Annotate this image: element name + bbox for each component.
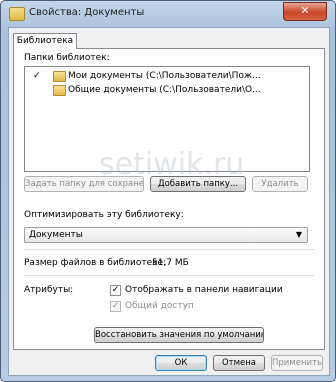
library-folders-list[interactable]: ✓ Мои документы (C:\Пользователи\Пож... … xyxy=(24,66,310,172)
size-label: Размер файлов в библиотеке: xyxy=(24,258,167,268)
optimize-select[interactable]: Документы ▼ xyxy=(24,227,308,243)
library-tab-panel: Папки библиотек: ✓ Мои документы (C:\Пол… xyxy=(13,48,325,350)
close-button[interactable]: ✕ xyxy=(283,2,327,21)
window-title: Свойства: Документы xyxy=(29,7,145,18)
apply-button[interactable]: Применить xyxy=(271,355,323,371)
folder-icon xyxy=(53,71,66,82)
folder-icon xyxy=(53,85,66,96)
ok-button[interactable]: ОК xyxy=(155,355,207,371)
dialog-client: Библиотека Папки библиотек: ✓ Мои докуме… xyxy=(8,27,330,376)
library-folder-icon xyxy=(9,7,25,21)
chevron-down-icon: ▼ xyxy=(295,230,302,239)
remove-folder-button[interactable]: Удалить xyxy=(252,176,308,192)
default-save-check-icon: ✓ xyxy=(33,71,41,81)
title-bar[interactable]: Свойства: Документы ✕ xyxy=(1,1,335,27)
optimize-label: Оптимизировать эту библиотеку: xyxy=(24,210,184,220)
list-item[interactable]: Общие документы (C:\Пользователи\О... xyxy=(25,83,309,97)
cancel-button[interactable]: Отмена xyxy=(213,355,265,371)
optimize-selected-value: Документы xyxy=(29,230,83,240)
attributes-label: Атрибуты: xyxy=(24,285,74,295)
tab-library[interactable]: Библиотека xyxy=(13,33,77,49)
add-folder-button[interactable]: Добавить папку... xyxy=(150,176,246,192)
show-in-nav-label: Отображать в панели навигации xyxy=(125,285,283,295)
properties-window: Свойства: Документы ✕ Библиотека Папки б… xyxy=(0,0,336,382)
list-item[interactable]: ✓ Мои документы (C:\Пользователи\Пож... xyxy=(25,69,309,83)
restore-defaults-button[interactable]: Восстановить значения по умолчанию xyxy=(94,327,264,343)
folder-path: Общие документы (C:\Пользователи\О... xyxy=(68,85,261,95)
shared-checkbox[interactable]: ✓ xyxy=(110,301,121,312)
set-save-location-button[interactable]: Задать папку для сохранения xyxy=(24,176,144,192)
library-folders-label: Папки библиотек: xyxy=(24,53,110,63)
show-in-nav-checkbox[interactable]: ✓ xyxy=(110,285,121,296)
folder-path: Мои документы (C:\Пользователи\Пож... xyxy=(68,71,261,81)
divider xyxy=(24,275,314,276)
shared-label: Общий доступ xyxy=(125,301,194,311)
size-value: 51,7 МБ xyxy=(152,258,189,268)
divider xyxy=(24,249,314,250)
